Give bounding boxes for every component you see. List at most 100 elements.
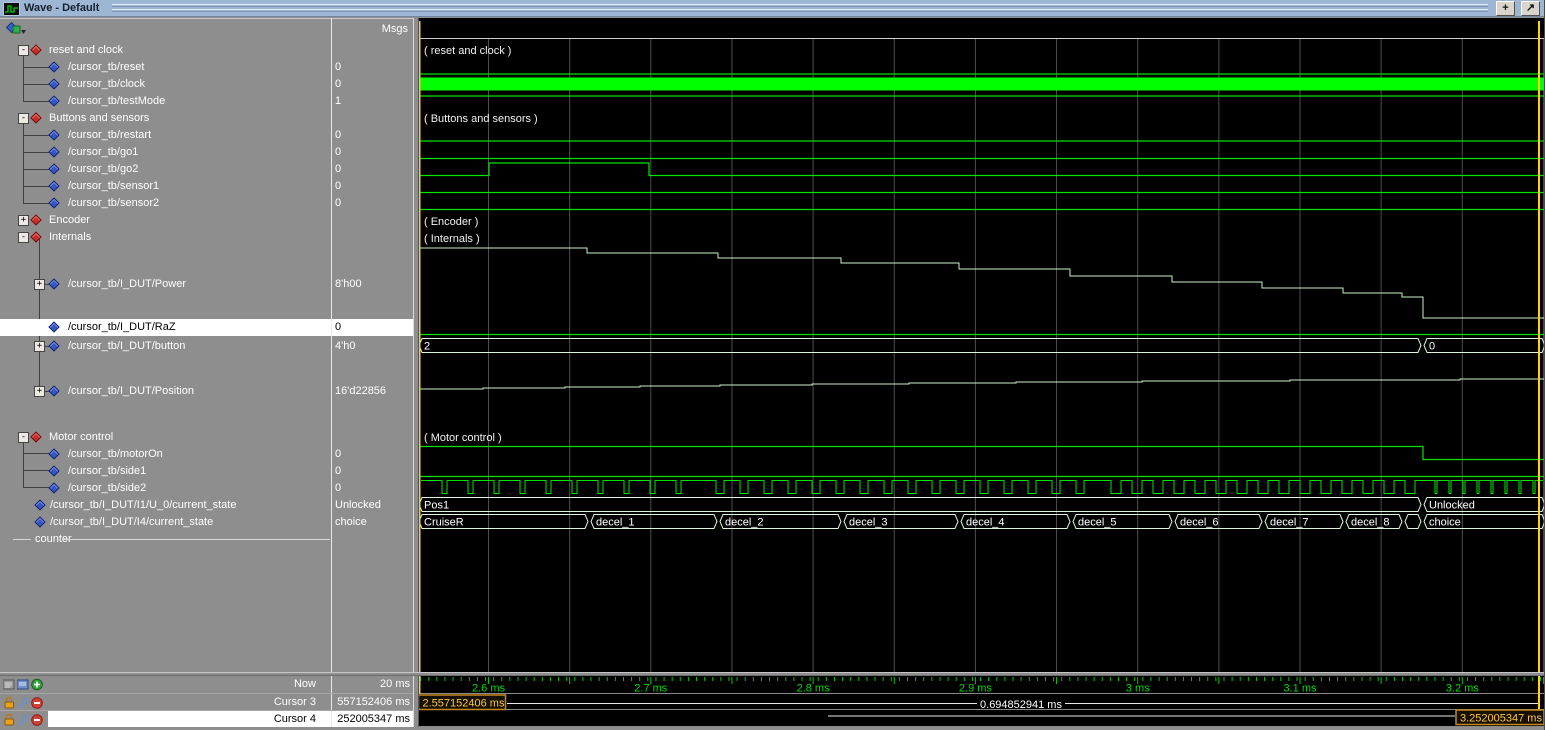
wave-I4_current_state-label: decel_7: [1270, 517, 1309, 529]
wave-button-label: 2: [424, 341, 430, 353]
wave-export-icon[interactable]: [3, 678, 15, 691]
signal-icon: [48, 78, 59, 89]
signal-value: 0: [335, 180, 411, 192]
undock-button[interactable]: ↗: [1521, 1, 1540, 16]
expand-toggle-icon[interactable]: -: [18, 432, 29, 443]
wave-group-label: ( Buttons and sensors ): [424, 113, 538, 125]
signal-row[interactable]: /cursor_tb/I_DUT/I1/U_0/current_stateUnl…: [0, 497, 413, 514]
signal-row[interactable]: /cursor_tb/restart0: [0, 127, 413, 144]
group-row[interactable]: + Encoder: [0, 212, 413, 229]
signal-label: /cursor_tb/side1: [68, 465, 146, 477]
signal-value: 8'h00: [335, 278, 411, 290]
msgs-column-header[interactable]: Msgs: [332, 23, 408, 35]
signal-label: /cursor_tb/go2: [68, 163, 138, 175]
expand-toggle-icon[interactable]: +: [18, 215, 29, 226]
ruler-label: 3.1 ms: [1283, 683, 1317, 695]
wrench-icon[interactable]: [17, 696, 29, 710]
group-label: Encoder: [49, 214, 90, 226]
expand-toggle-icon[interactable]: +: [34, 386, 45, 397]
expand-toggle-icon[interactable]: -: [18, 232, 29, 243]
signal-row[interactable]: + /cursor_tb/I_DUT/button 4'h0: [0, 338, 413, 355]
expand-toggle-icon[interactable]: +: [34, 279, 45, 290]
signal-value: Unlocked: [335, 499, 411, 511]
wave-canvas-area[interactable]: ( reset and clock )( Buttons and sensors…: [419, 18, 1545, 727]
signal-row[interactable]: /cursor_tb/testMode1: [0, 93, 413, 110]
cursor3-value: 557152406 ms: [332, 696, 410, 708]
signal-icon: [48, 146, 59, 157]
wave-window: Wave - Default + ↗ Msgs -reset and clock…: [0, 0, 1545, 730]
wave-background: [419, 18, 1545, 672]
wave-canvas[interactable]: ( reset and clock )( Buttons and sensors…: [419, 18, 1545, 727]
wave-button-label: 0: [1429, 341, 1435, 353]
add-window-button[interactable]: +: [1496, 1, 1515, 16]
signal-row[interactable]: /cursor_tb/side20: [0, 480, 413, 497]
signal-label: /cursor_tb/reset: [68, 61, 144, 73]
signal-label: /cursor_tb/I_DUT/RaZ: [68, 321, 176, 333]
ruler-label: 2.7 ms: [634, 683, 668, 695]
expand-toggle-icon[interactable]: -: [18, 45, 29, 56]
wave-clock: [419, 78, 1545, 91]
signal-value: 0: [335, 129, 411, 141]
signal-row[interactable]: /cursor_tb/I_DUT/I4/current_statechoice: [0, 514, 413, 531]
expand-toggle-icon[interactable]: +: [34, 341, 45, 352]
wave-I4_current_state-label: CruiseR: [424, 517, 464, 529]
add-cursor-icon[interactable]: [31, 678, 44, 691]
cursor4-label: Cursor 4: [150, 713, 316, 725]
cursor4-time: 3.252005347 ms: [1460, 713, 1542, 725]
group-row[interactable]: -reset and clock: [0, 42, 413, 59]
now-label: Now: [150, 678, 316, 690]
signal-value: 4'h0: [335, 340, 411, 352]
wave-I4_current_state-label: decel_1: [596, 517, 635, 529]
cursor3-row[interactable]: Cursor 3 557152406 ms: [0, 693, 413, 710]
delete-cursor-icon[interactable]: [31, 696, 44, 710]
group-row[interactable]: - Motor control: [0, 429, 413, 446]
signal-row[interactable]: +/cursor_tb/I_DUT/Position16'd22856: [0, 383, 413, 400]
signal-icon: [48, 95, 59, 106]
ruler-label: 3.2 ms: [1446, 683, 1480, 695]
signal-row[interactable]: +/cursor_tb/I_DUT/Power8'h00: [0, 276, 413, 293]
signal-row[interactable]: /cursor_tb/side10: [0, 463, 413, 480]
cursor-list-icon[interactable]: [17, 678, 29, 691]
group-row[interactable]: -Buttons and sensors: [0, 110, 413, 127]
signal-icon: [48, 61, 59, 72]
titlebar-grip[interactable]: [112, 4, 1488, 7]
lock-icon[interactable]: [3, 713, 15, 727]
signal-value: 0: [335, 78, 411, 90]
signal-value: 0: [335, 146, 411, 158]
signal-value: 1: [335, 95, 411, 107]
signal-icon: [34, 516, 45, 527]
signal-icon: [48, 385, 59, 396]
group-icon: [30, 44, 41, 55]
delete-cursor-icon[interactable]: [31, 713, 44, 727]
wave-I4_current_state-label: decel_3: [849, 517, 888, 529]
now-value: 20 ms: [332, 678, 410, 690]
signal-row[interactable]: /cursor_tb/go20: [0, 161, 413, 178]
signal-row[interactable]: /cursor_tb/reset0: [0, 59, 413, 76]
divider-line: [13, 539, 31, 540]
group-row[interactable]: -Internals: [0, 229, 413, 246]
signal-icon: [48, 180, 59, 191]
signal-row[interactable]: /cursor_tb/clock0: [0, 76, 413, 93]
titlebar-grip[interactable]: [112, 9, 1488, 12]
signal-row[interactable]: /cursor_tb/go10: [0, 144, 413, 161]
lock-icon[interactable]: [3, 696, 15, 710]
signal-value: 0: [335, 482, 411, 494]
group-label: Motor control: [49, 431, 113, 443]
signal-row[interactable]: /cursor_tb/motorOn0: [0, 446, 413, 463]
signal-label: /cursor_tb/sensor1: [68, 180, 159, 192]
cursor4-row[interactable]: Cursor 4 252005347 ms: [0, 710, 413, 727]
wave-I4_current_state-label: decel_6: [1180, 517, 1219, 529]
signal-icon: [48, 340, 59, 351]
signal-label: /cursor_tb/I_DUT/button: [68, 340, 185, 352]
signal-row[interactable]: /cursor_tb/I_DUT/RaZ0: [0, 319, 413, 336]
signal-row[interactable]: /cursor_tb/sensor20: [0, 195, 413, 212]
ruler-label: 3 ms: [1126, 683, 1150, 695]
signal-row[interactable]: /cursor_tb/sensor1 0: [0, 178, 413, 195]
title-bar[interactable]: Wave - Default + ↗: [0, 0, 1545, 17]
expand-toggle-icon[interactable]: -: [18, 113, 29, 124]
ruler-label: 2.6 ms: [472, 683, 506, 695]
group-divider: counter: [0, 531, 413, 548]
wrench-icon[interactable]: [17, 713, 29, 727]
signal-label: /cursor_tb/I_DUT/Position: [68, 385, 194, 397]
signal-label: /cursor_tb/I_DUT/I4/current_state: [50, 516, 213, 528]
